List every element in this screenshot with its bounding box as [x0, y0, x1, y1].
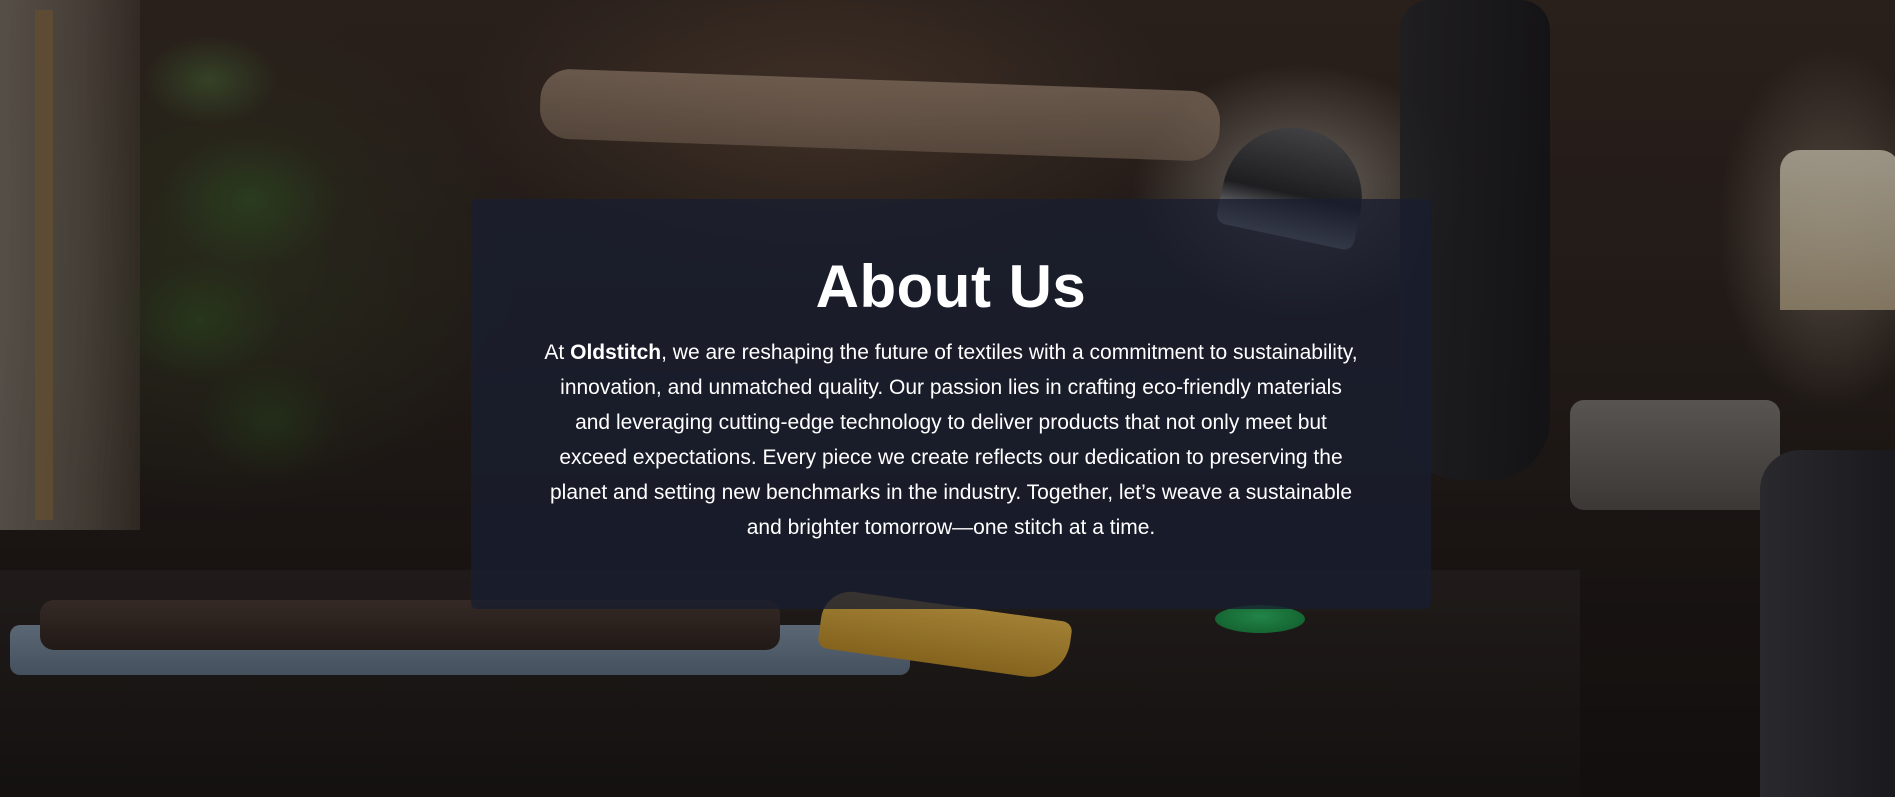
- about-description-body: , we are reshaping the future of textile…: [550, 341, 1358, 539]
- about-description: At Oldstitch, we are reshaping the futur…: [541, 335, 1361, 545]
- about-hero-section: About Us At Oldstitch, we are reshaping …: [0, 0, 1895, 797]
- about-title: About Us: [815, 253, 1087, 320]
- about-description-prefix: At: [544, 341, 571, 364]
- brand-name: Oldstitch: [570, 341, 662, 364]
- about-card: About Us At Oldstitch, we are reshaping …: [471, 199, 1431, 609]
